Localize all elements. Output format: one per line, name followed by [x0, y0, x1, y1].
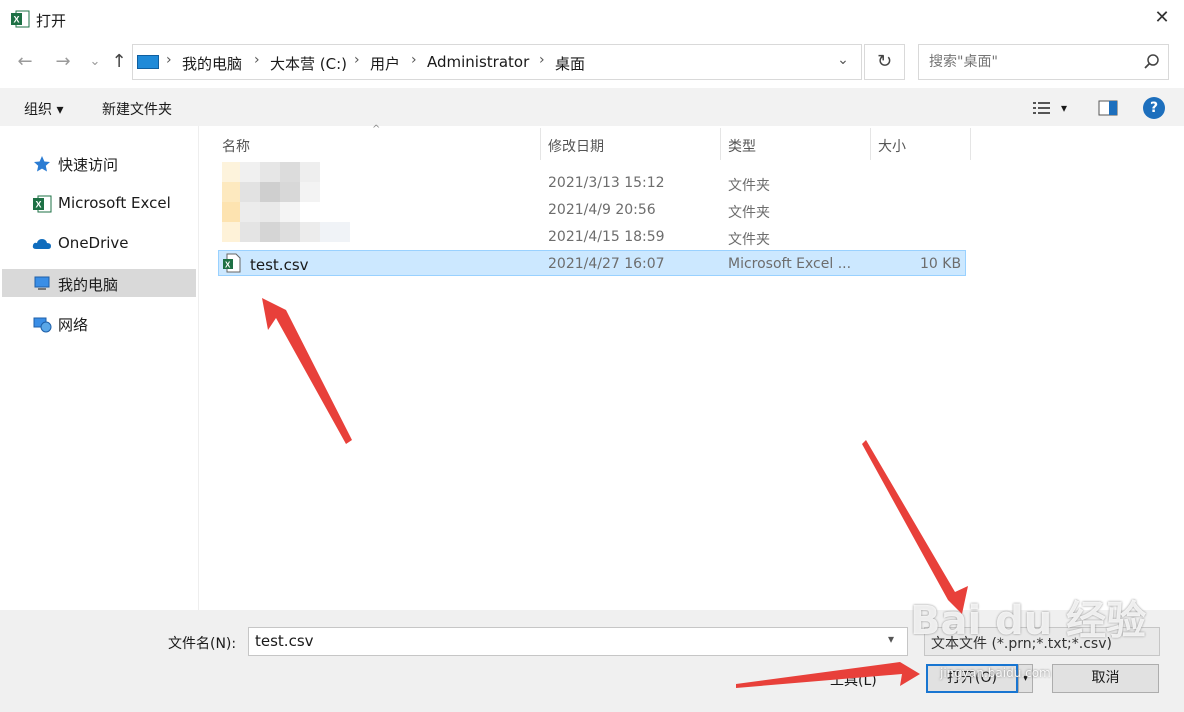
view-details-icon[interactable] [1032, 100, 1052, 116]
close-icon[interactable]: ✕ [1150, 6, 1174, 30]
csv-file-icon: X [223, 253, 241, 273]
file-modified: 2021/3/13 15:12 [548, 175, 665, 191]
search-icon[interactable] [1142, 52, 1162, 72]
search-box[interactable] [918, 44, 1169, 80]
file-type: 文件夹 [728, 178, 770, 194]
filename-dropdown-icon[interactable]: ▾ [888, 632, 894, 646]
breadcrumb-drive-c[interactable]: 大本营 (C:) [270, 53, 347, 74]
breadcrumb-users[interactable]: 用户 [370, 53, 400, 74]
network-icon [33, 317, 52, 333]
sidebar-item-label: 网络 [58, 316, 89, 334]
refresh-icon[interactable]: ↻ [864, 44, 905, 80]
breadcrumb-separator: › [354, 52, 360, 68]
filename-input[interactable]: test.csv [248, 627, 908, 656]
sidebar-item-network[interactable]: 网络 [2, 310, 196, 338]
back-arrow-icon[interactable]: ← [14, 50, 36, 74]
breadcrumb-separator: › [254, 52, 260, 68]
address-dropdown-icon[interactable]: ⌄ [832, 52, 854, 68]
arrow-to-file [262, 298, 352, 444]
sidebar-item-label: 我的电脑 [58, 276, 119, 294]
sidebar-item-quick-access[interactable]: 快速访问 [2, 150, 196, 178]
column-header-type[interactable]: 类型 [728, 136, 756, 156]
sort-ascending-icon: ^ [372, 124, 381, 135]
excel-app-icon: X [11, 10, 30, 28]
cancel-button[interactable]: 取消 [1052, 664, 1159, 693]
column-divider[interactable] [720, 128, 721, 160]
breadcrumb-separator: › [539, 52, 545, 68]
watermark-logo: Bai du 经验 [910, 598, 1147, 644]
redacted-folder-names [222, 160, 352, 244]
preview-pane-icon[interactable] [1098, 100, 1118, 116]
file-modified: 2021/4/15 18:59 [548, 229, 665, 245]
help-icon[interactable]: ? [1143, 97, 1165, 119]
sidebar-item-label: 快速访问 [58, 156, 119, 174]
column-header-modified[interactable]: 修改日期 [548, 136, 604, 156]
breadcrumb-desktop[interactable]: 桌面 [555, 53, 585, 74]
sidebar-item-onedrive[interactable]: OneDrive [2, 230, 196, 258]
computer-icon [137, 55, 159, 69]
command-bar [0, 88, 1184, 126]
cloud-icon [32, 239, 51, 249]
column-header-name[interactable]: 名称 [222, 136, 250, 156]
search-input[interactable] [927, 53, 1131, 71]
title-bar [0, 0, 1184, 38]
svg-text:X: X [14, 15, 20, 25]
watermark-url: jingyan.baidu.com [940, 666, 1051, 680]
file-modified: 2021/4/9 20:56 [548, 202, 656, 218]
breadcrumb-separator: › [411, 52, 417, 68]
column-divider[interactable] [870, 128, 871, 160]
breadcrumb-my-computer[interactable]: 我的电脑 [182, 53, 242, 74]
forward-arrow-icon[interactable]: → [52, 50, 74, 74]
window-title: 打开 [36, 12, 67, 30]
computer-icon [34, 276, 50, 290]
svg-text:X: X [36, 200, 42, 210]
breadcrumb-separator: › [166, 52, 172, 68]
organize-button[interactable]: 组织 ▾ [24, 99, 63, 119]
svg-text:X: X [225, 261, 231, 270]
tools-button[interactable]: 工具(L) [830, 670, 877, 690]
column-header-size[interactable]: 大小 [878, 136, 906, 156]
filename-label: 文件名(N): [168, 636, 237, 652]
sidebar-item-microsoft-excel[interactable]: X Microsoft Excel [2, 190, 196, 218]
sidebar-item-label: Microsoft Excel [58, 194, 171, 212]
file-type: Microsoft Excel ... [728, 256, 852, 272]
excel-icon: X [33, 195, 52, 213]
sidebar-item-my-computer[interactable]: 我的电脑 [2, 269, 196, 297]
view-options-chevron-icon[interactable]: ▾ [1061, 101, 1067, 115]
breadcrumb-administrator[interactable]: Administrator [427, 53, 529, 71]
sidebar-item-label: OneDrive [58, 234, 129, 252]
file-type: 文件夹 [728, 232, 770, 248]
file-name[interactable]: test.csv [250, 256, 309, 274]
column-divider[interactable] [540, 128, 541, 160]
recent-locations-icon[interactable]: ⌄ [84, 50, 106, 74]
column-divider[interactable] [970, 128, 971, 160]
file-modified: 2021/4/27 16:07 [548, 256, 665, 272]
file-type: 文件夹 [728, 205, 770, 221]
up-arrow-icon[interactable]: ↑ [108, 50, 130, 74]
star-icon [34, 156, 50, 172]
new-folder-button[interactable]: 新建文件夹 [102, 99, 172, 119]
file-size: 10 KB [920, 256, 962, 272]
